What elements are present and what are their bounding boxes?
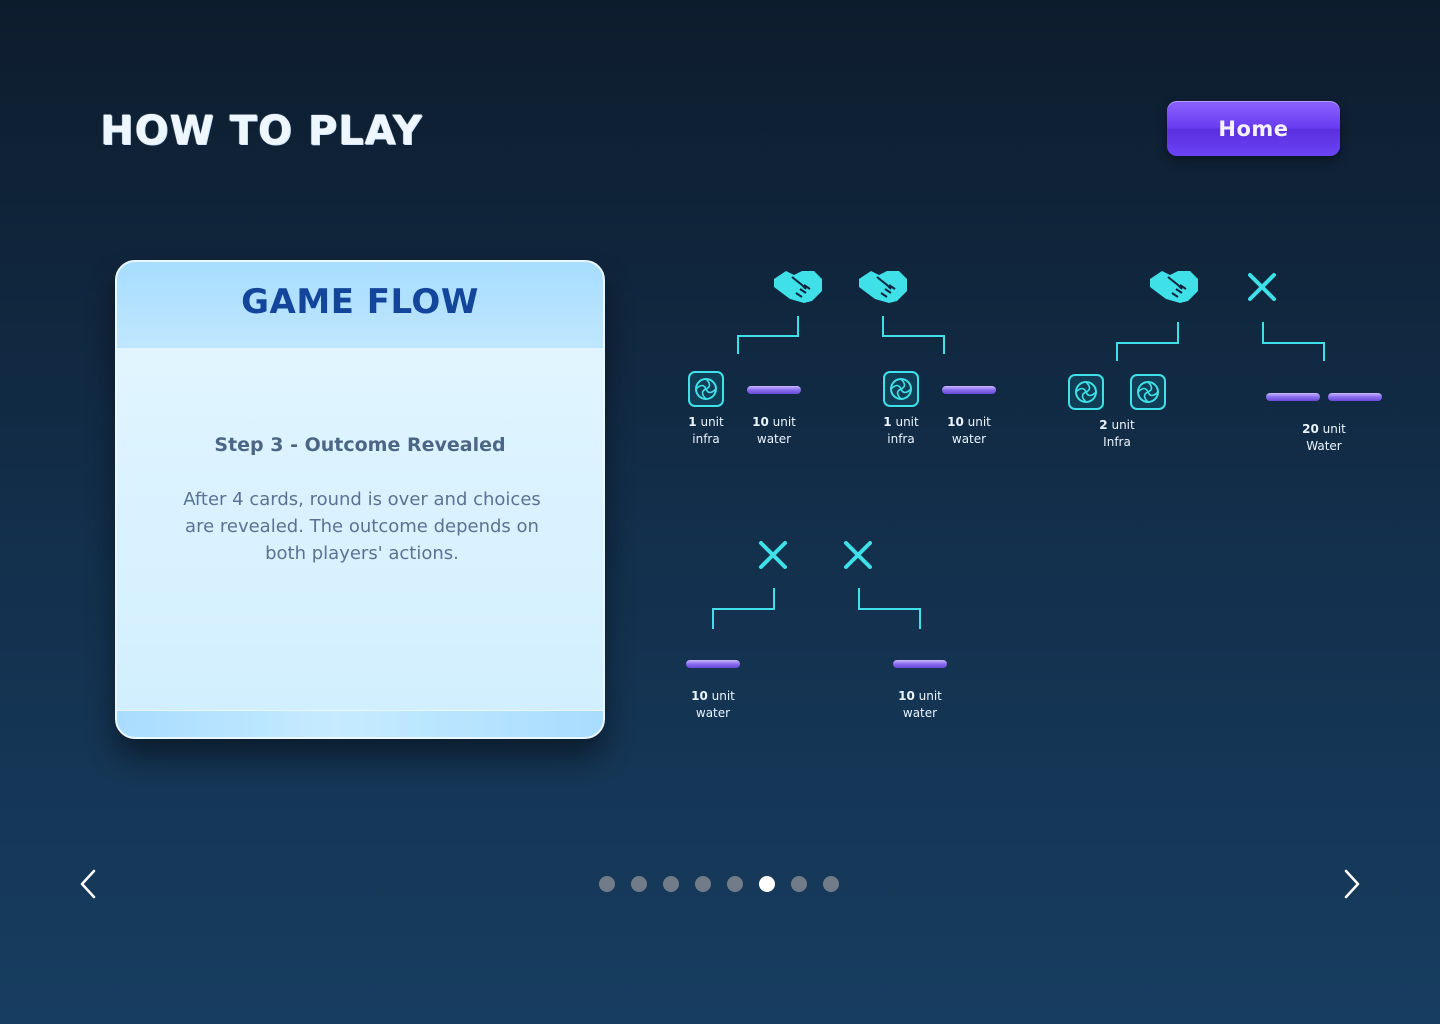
result-label: 20 unit Water (1302, 422, 1346, 453)
page-dot[interactable] (695, 876, 711, 892)
water-bar-icon (747, 386, 801, 394)
water-bar-icon (1328, 393, 1382, 401)
page-dot[interactable] (759, 876, 775, 892)
page-dot[interactable] (727, 876, 743, 892)
handshake-icon (1149, 270, 1199, 304)
page-dot[interactable] (823, 876, 839, 892)
connector-line (1116, 322, 1179, 361)
infra-icon (688, 371, 724, 407)
connector-line (712, 588, 775, 629)
water-bar-icon (893, 660, 947, 668)
connector-line (882, 316, 945, 354)
infra-icon (1130, 374, 1166, 410)
connector-line (737, 316, 799, 354)
water-bar-icon (1266, 393, 1320, 401)
cross-icon (759, 541, 787, 569)
connector-line (858, 588, 921, 629)
page-dot[interactable] (599, 876, 615, 892)
cross-icon (1248, 273, 1276, 301)
result-label: 2 unit Infra (1099, 418, 1135, 449)
next-arrow-button[interactable] (1334, 866, 1370, 902)
page-dot[interactable] (663, 876, 679, 892)
outcome-diagram (686, 270, 1382, 668)
infra-icon (1068, 374, 1104, 410)
water-bar-icon (942, 386, 996, 394)
prev-arrow-button[interactable] (70, 866, 106, 902)
infra-icon (883, 371, 919, 407)
result-label: 10 unit water (752, 415, 796, 446)
water-bar-icon (686, 660, 740, 668)
result-label: 10 unit water (898, 689, 942, 720)
connector-line (1262, 322, 1325, 361)
cross-icon (844, 541, 872, 569)
result-label: 10 unit water (691, 689, 735, 720)
result-label: 10 unit water (947, 415, 991, 446)
page-dot[interactable] (791, 876, 807, 892)
handshake-icon (858, 270, 908, 304)
page-dot[interactable] (631, 876, 647, 892)
chevron-right-icon (1344, 869, 1360, 899)
chevron-left-icon (80, 869, 96, 899)
handshake-icon (773, 270, 823, 304)
